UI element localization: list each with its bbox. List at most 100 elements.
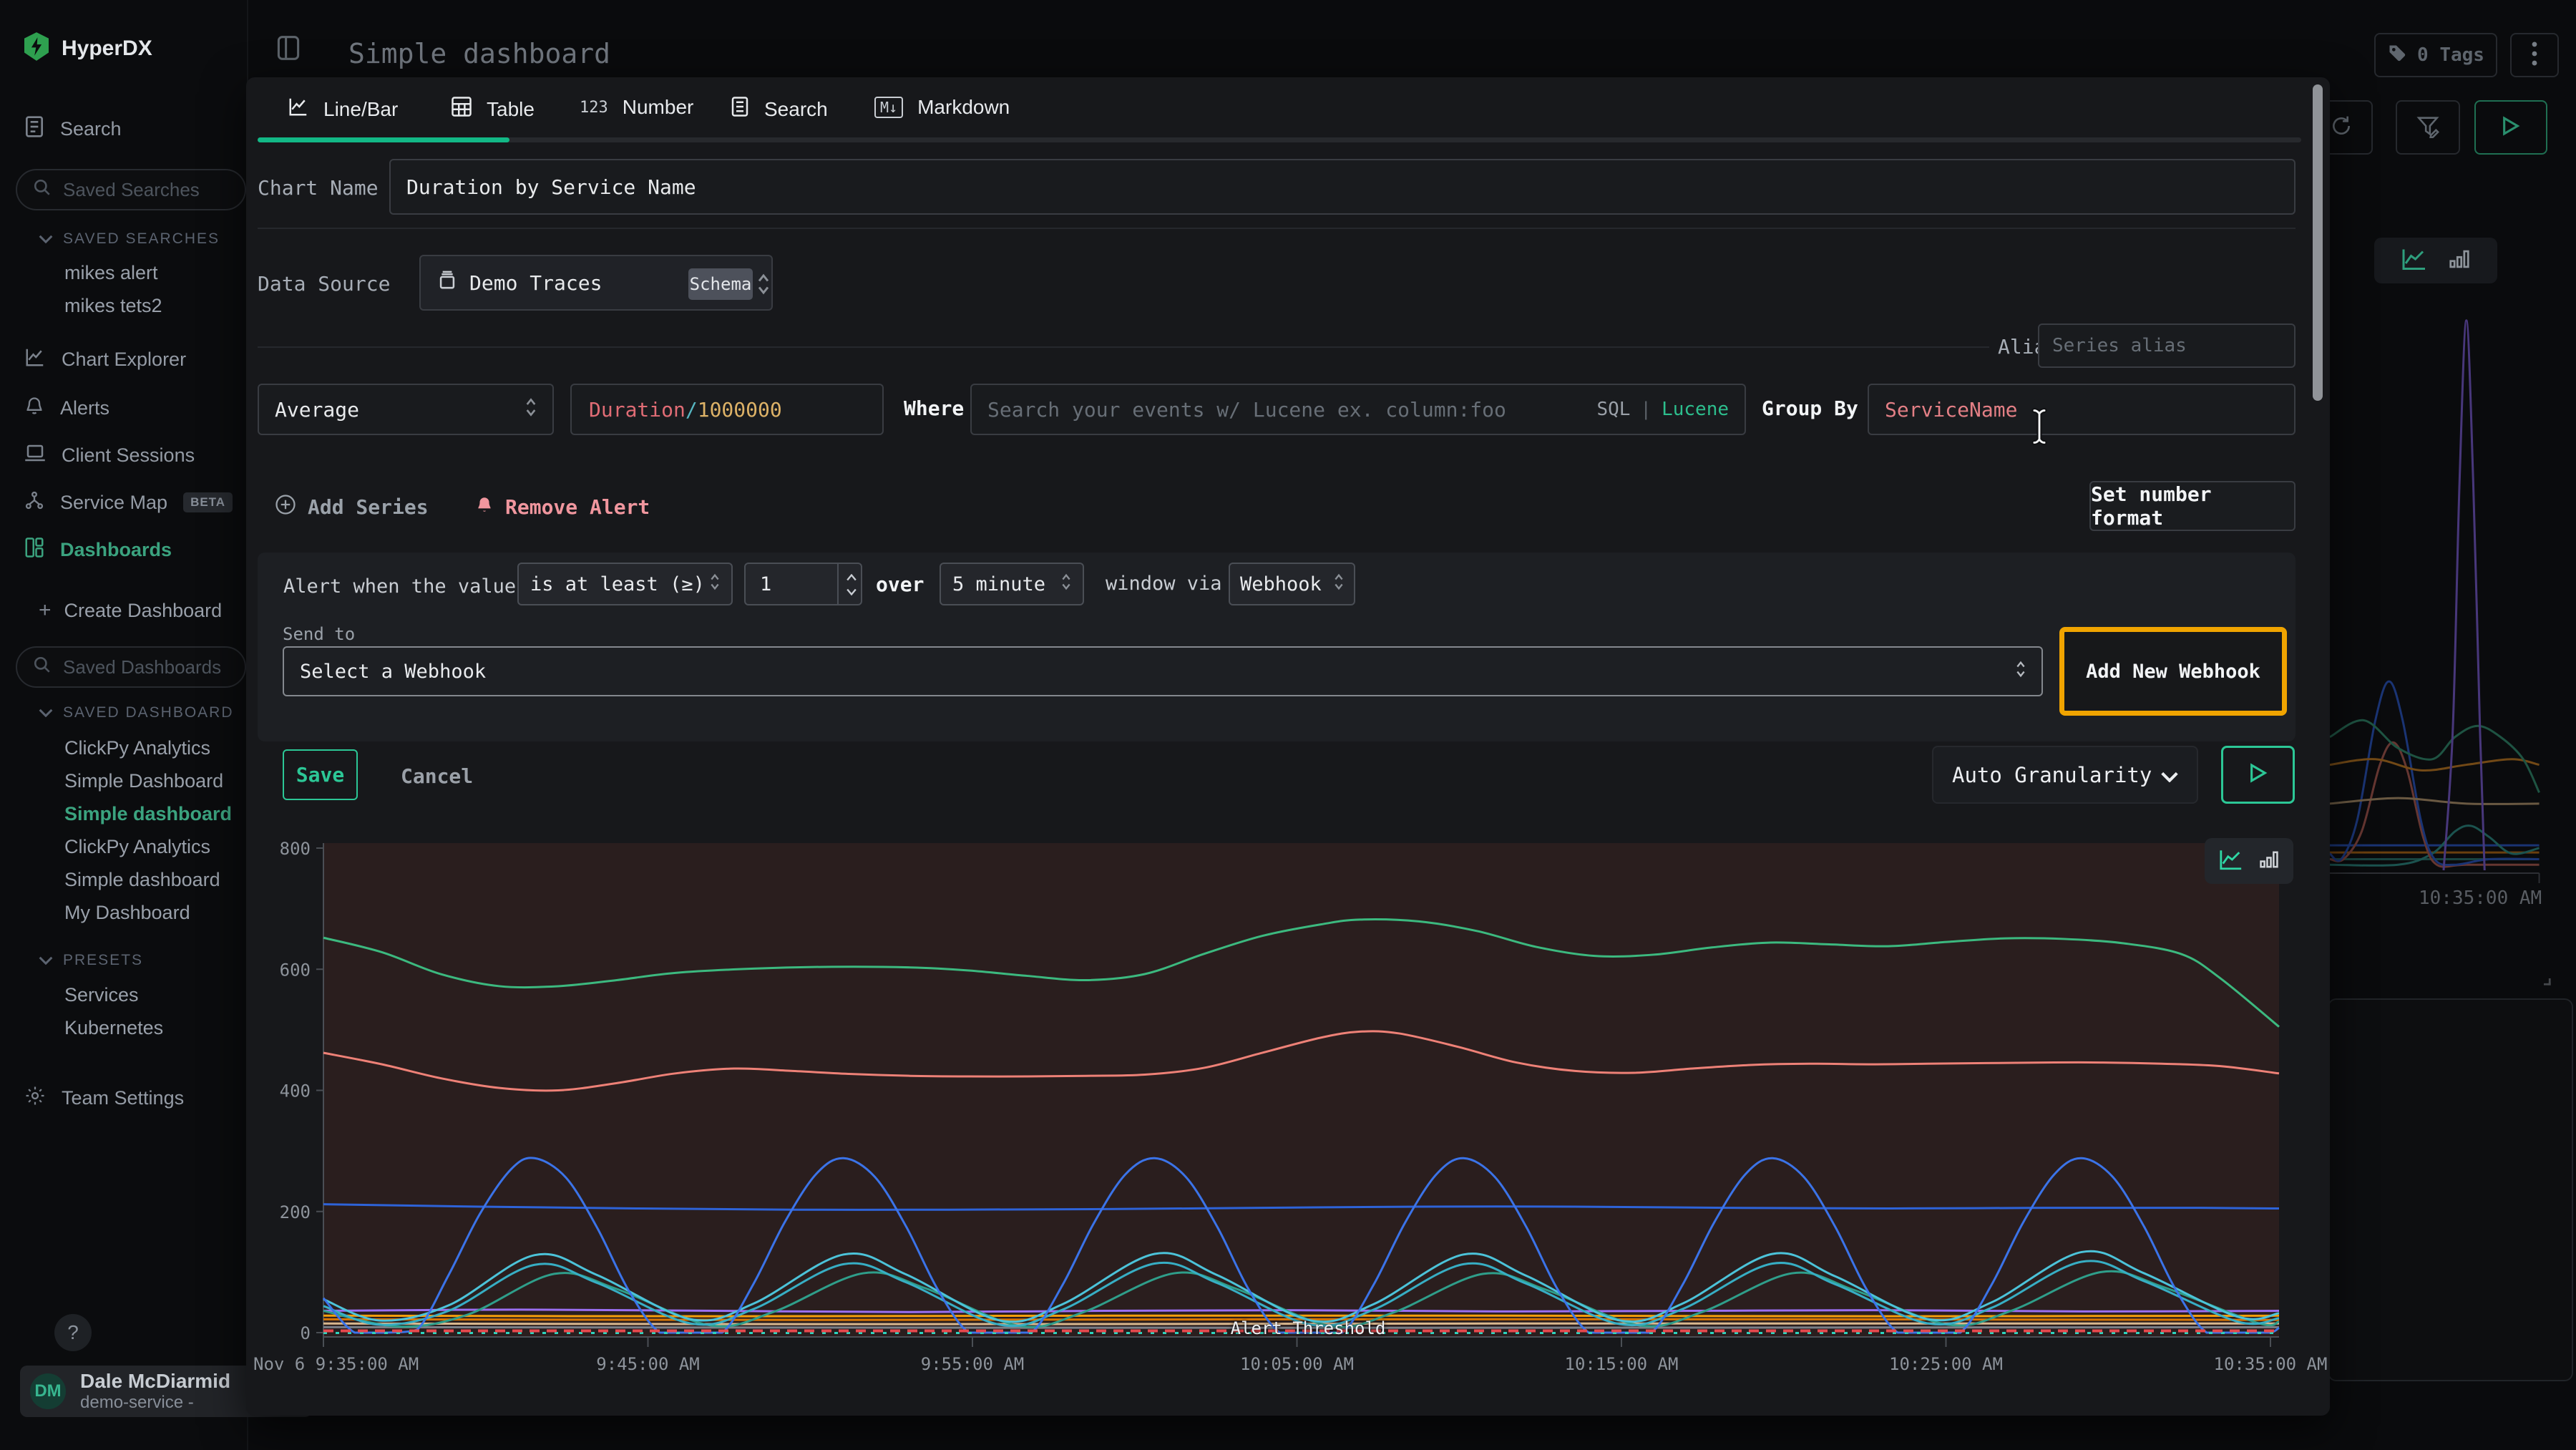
saved-dashboard-item[interactable]: Simple dashboard <box>64 869 220 891</box>
alert-channel-select[interactable]: Webhook <box>1229 563 1355 605</box>
hierarchy-icon <box>24 490 44 515</box>
saved-searches-input[interactable]: Saved Searches <box>16 169 246 210</box>
beta-badge: BETA <box>183 492 233 512</box>
kebab-menu-button[interactable] <box>2510 33 2559 77</box>
saved-dashboard-item[interactable]: ClickPy Analytics <box>64 836 210 858</box>
search-icon <box>33 656 52 679</box>
data-source-select[interactable]: Demo Traces Schema <box>419 255 773 311</box>
line-chart-icon <box>2219 848 2243 875</box>
saved-dashboards-input[interactable]: Saved Dashboards <box>16 646 246 688</box>
lucene-toggle[interactable]: Lucene <box>1662 399 1729 420</box>
sidebar-item-alerts[interactable]: Alerts <box>0 392 247 424</box>
select-webhook-dropdown[interactable]: Select a Webhook <box>283 646 2043 696</box>
sidebar-collapse-icon[interactable] <box>276 34 301 65</box>
saved-search-item[interactable]: mikes tets2 <box>64 295 162 317</box>
run-query-button-bg[interactable] <box>2474 100 2547 155</box>
bg-dashboard-panel <box>2328 998 2573 1381</box>
chart-type-toggle[interactable] <box>2205 838 2293 884</box>
search-events-input[interactable]: Search your events w/ Lucene ex. column:… <box>970 384 1746 435</box>
alert-threshold-input[interactable]: 1 <box>744 563 862 605</box>
sql-toggle[interactable]: SQL <box>1596 399 1630 420</box>
alert-window-select[interactable]: 5 minute <box>940 563 1084 605</box>
sidebar-item-search[interactable]: Search <box>0 113 247 145</box>
tab-table[interactable]: Table <box>451 96 535 122</box>
tags-button[interactable]: 0 Tags <box>2374 33 2497 77</box>
kebab-icon <box>2532 42 2537 69</box>
bg-chart-type-toggle[interactable] <box>2374 238 2497 283</box>
cancel-button[interactable]: Cancel <box>401 764 473 788</box>
svg-text:10:35:00 AM: 10:35:00 AM <box>2214 1354 2328 1374</box>
tab-number[interactable]: 123 Number <box>580 96 693 119</box>
alias-placeholder: Series alias <box>2052 335 2187 356</box>
alert-via-label: window via <box>1106 573 1222 595</box>
filter-edit-button[interactable] <box>2396 100 2460 155</box>
saved-searches-header[interactable]: SAVED SEARCHES <box>39 230 220 248</box>
save-button[interactable]: Save <box>283 749 358 800</box>
svg-text:10:05:00 AM: 10:05:00 AM <box>1240 1354 1354 1374</box>
search-placeholder: Search your events w/ Lucene ex. column:… <box>987 398 1506 422</box>
saved-dashboard-item[interactable]: ClickPy Analytics <box>64 737 210 759</box>
tag-icon <box>2387 43 2407 68</box>
granularity-select[interactable]: Auto Granularity <box>1932 746 2198 804</box>
markdown-icon: M↓ <box>874 97 903 118</box>
aggregation-select[interactable]: Average <box>258 384 554 435</box>
sidebar-item-client-sessions[interactable]: Client Sessions <box>0 439 247 471</box>
group-by-input[interactable]: ServiceName <box>1868 384 2296 435</box>
alert-threshold-label: Alert Threshold <box>1215 1318 1401 1338</box>
alert-config-panel: Alert when the value is at least (≥) 1 o… <box>258 553 2296 741</box>
chart-line-icon <box>24 346 46 373</box>
background-dashboard-chart <box>2326 301 2576 945</box>
chevron-updown-icon <box>710 573 720 596</box>
number-stepper[interactable] <box>837 564 864 605</box>
saved-dashboard-item[interactable]: My Dashboard <box>64 902 190 924</box>
brand[interactable]: HyperDX <box>24 31 152 65</box>
preset-item[interactable]: Kubernetes <box>64 1017 163 1039</box>
alias-connector-line <box>258 346 1989 348</box>
sidebar-item-team-settings[interactable]: Team Settings <box>0 1082 247 1114</box>
svg-text:Nov 6 9:35:00 AM: Nov 6 9:35:00 AM <box>253 1354 419 1374</box>
saved-dashboards-placeholder: Saved Dashboards <box>63 656 221 678</box>
presets-header[interactable]: PRESETS <box>39 952 143 969</box>
create-dashboard-button[interactable]: + Create Dashboard <box>39 598 222 623</box>
expression-input[interactable]: Duration/1000000 <box>570 384 884 435</box>
tab-line-bar[interactable]: Line/Bar <box>288 96 398 122</box>
bg-chart-x-tick: 10:35:00 AM <box>2419 887 2542 909</box>
sidebar-item-label: Search <box>60 118 122 140</box>
sidebar-item-service-map[interactable]: Service Map BETA <box>0 487 247 518</box>
run-preview-button[interactable] <box>2221 746 2295 804</box>
modal-scrollbar[interactable] <box>2313 84 2323 401</box>
saved-dashboards-header[interactable]: SAVED DASHBOARD <box>39 704 234 721</box>
data-source-label: Data Source <box>258 272 390 296</box>
saved-dashboard-item[interactable]: Simple Dashboard <box>64 770 223 792</box>
line-chart-icon <box>2401 247 2427 275</box>
sidebar-item-chart-explorer[interactable]: Chart Explorer <box>0 344 247 375</box>
chevron-down-icon <box>39 230 53 248</box>
bar-chart-icon <box>2449 248 2470 273</box>
svg-text:800: 800 <box>280 839 311 859</box>
svg-text:0: 0 <box>301 1323 311 1343</box>
saved-dashboard-item-active[interactable]: Simple dashboard <box>64 803 232 825</box>
group-by-label: Group By <box>1762 396 1858 420</box>
alert-sentence-prefix: Alert when the value <box>283 575 516 598</box>
bar-chart-icon <box>2259 850 2279 873</box>
search-icon <box>33 178 52 202</box>
chevron-updown-icon <box>2016 660 2026 683</box>
set-number-format-button[interactable]: Set number format <box>2089 481 2296 531</box>
user-org: demo-service - <box>80 1393 230 1413</box>
remove-alert-button[interactable]: Remove Alert <box>475 494 650 520</box>
sidebar-item-dashboards[interactable]: Dashboards <box>0 534 247 565</box>
svg-text:9:55:00 AM: 9:55:00 AM <box>921 1354 1025 1374</box>
tab-search[interactable]: Search <box>730 96 828 122</box>
number-123-icon: 123 <box>580 99 608 117</box>
saved-search-item[interactable]: mikes alert <box>64 262 158 284</box>
resize-handle-icon[interactable] <box>2536 970 2552 990</box>
chart-name-input[interactable]: Duration by Service Name <box>389 159 2296 215</box>
add-series-button[interactable]: Add Series <box>275 494 429 520</box>
tab-markdown[interactable]: M↓ Markdown <box>874 96 1010 119</box>
preset-item[interactable]: Services <box>64 984 139 1006</box>
series-alias-input[interactable]: Series alias <box>2038 323 2296 368</box>
add-new-webhook-button[interactable]: Add New Webhook <box>2064 632 2282 711</box>
alert-condition-select[interactable]: is at least (≥) <box>517 563 733 605</box>
help-button[interactable]: ? <box>54 1314 92 1351</box>
expr-field: Duration <box>589 398 686 422</box>
